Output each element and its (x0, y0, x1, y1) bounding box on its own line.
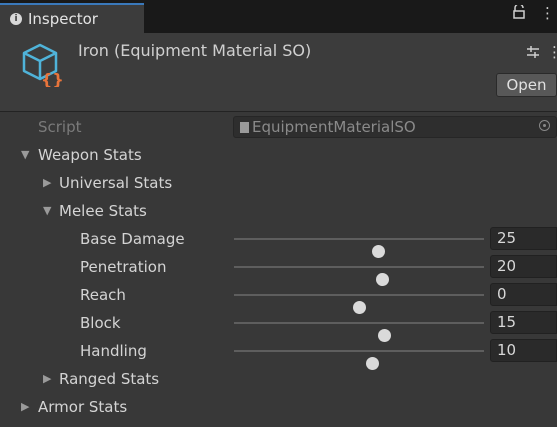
value-field[interactable]: 15 (490, 311, 557, 334)
foldout-universal-stats[interactable]: ▶ Universal Stats (0, 169, 557, 197)
field-label: Reach (80, 286, 126, 304)
slider-track[interactable] (234, 238, 484, 258)
header-menu-icon[interactable]: ⋮ (547, 43, 557, 61)
script-value: EquipmentMaterialSO (252, 118, 416, 136)
settings-sliders-icon[interactable] (526, 45, 540, 63)
foldout-weapon-stats[interactable]: ▼ Weapon Stats (0, 141, 557, 169)
foldout-label: Melee Stats (59, 202, 147, 220)
field-row-base-damage: Base Damage 25 (0, 225, 557, 258)
collapsed-arrow-icon: ▶ (21, 400, 30, 413)
field-label: Base Damage (80, 230, 185, 248)
svg-text:{}: {} (41, 70, 64, 87)
script-file-icon (240, 122, 249, 133)
slider-track[interactable] (234, 322, 484, 342)
tab-inspector[interactable]: i Inspector (0, 3, 144, 33)
foldout-label: Weapon Stats (38, 146, 142, 164)
collapsed-arrow-icon: ▶ (43, 176, 52, 189)
foldout-label: Ranged Stats (59, 370, 160, 388)
tab-label: Inspector (28, 10, 98, 28)
value-field[interactable]: 10 (490, 339, 557, 362)
object-title: Iron (Equipment Material SO) (78, 41, 312, 60)
foldout-melee-stats[interactable]: ▼ Melee Stats (0, 197, 557, 225)
inspector-header: {} Iron (Equipment Material SO) ⋮ Open (0, 33, 557, 112)
foldout-label: Universal Stats (59, 174, 173, 192)
slider-track[interactable] (234, 294, 484, 314)
script-field[interactable]: EquipmentMaterialSO (233, 116, 557, 138)
value-field[interactable]: 20 (490, 255, 557, 278)
open-button[interactable]: Open (496, 73, 557, 97)
value-field[interactable]: 0 (490, 283, 557, 306)
field-row-block: Block 15 (0, 309, 557, 342)
slider-track[interactable] (234, 350, 484, 370)
slider-track[interactable] (234, 266, 484, 286)
field-label: Block (80, 314, 121, 332)
expanded-arrow-icon: ▼ (21, 148, 30, 161)
kebab-menu-icon[interactable]: ⋮ (540, 4, 555, 22)
field-row-penetration: Penetration 20 (0, 253, 557, 286)
field-label: Handling (80, 342, 147, 360)
collapsed-arrow-icon: ▶ (43, 372, 52, 385)
foldout-armor-stats[interactable]: ▶ Armor Stats (0, 393, 557, 421)
lock-icon[interactable] (513, 3, 525, 23)
field-label: Penetration (80, 258, 167, 276)
foldout-label: Armor Stats (38, 398, 128, 416)
script-label: Script (38, 118, 82, 136)
tab-bar: i Inspector ⋮ (0, 0, 557, 33)
value-field[interactable]: 25 (490, 227, 557, 250)
field-row-reach: Reach 0 (0, 281, 557, 314)
expanded-arrow-icon: ▼ (43, 204, 52, 217)
info-icon: i (10, 13, 22, 25)
script-row: Script EquipmentMaterialSO (0, 113, 557, 141)
foldout-ranged-stats[interactable]: ▶ Ranged Stats (0, 365, 557, 393)
object-picker-icon[interactable] (539, 120, 550, 131)
scriptable-object-cube-icon: {} (20, 41, 66, 89)
field-row-handling: Handling 10 (0, 337, 557, 370)
